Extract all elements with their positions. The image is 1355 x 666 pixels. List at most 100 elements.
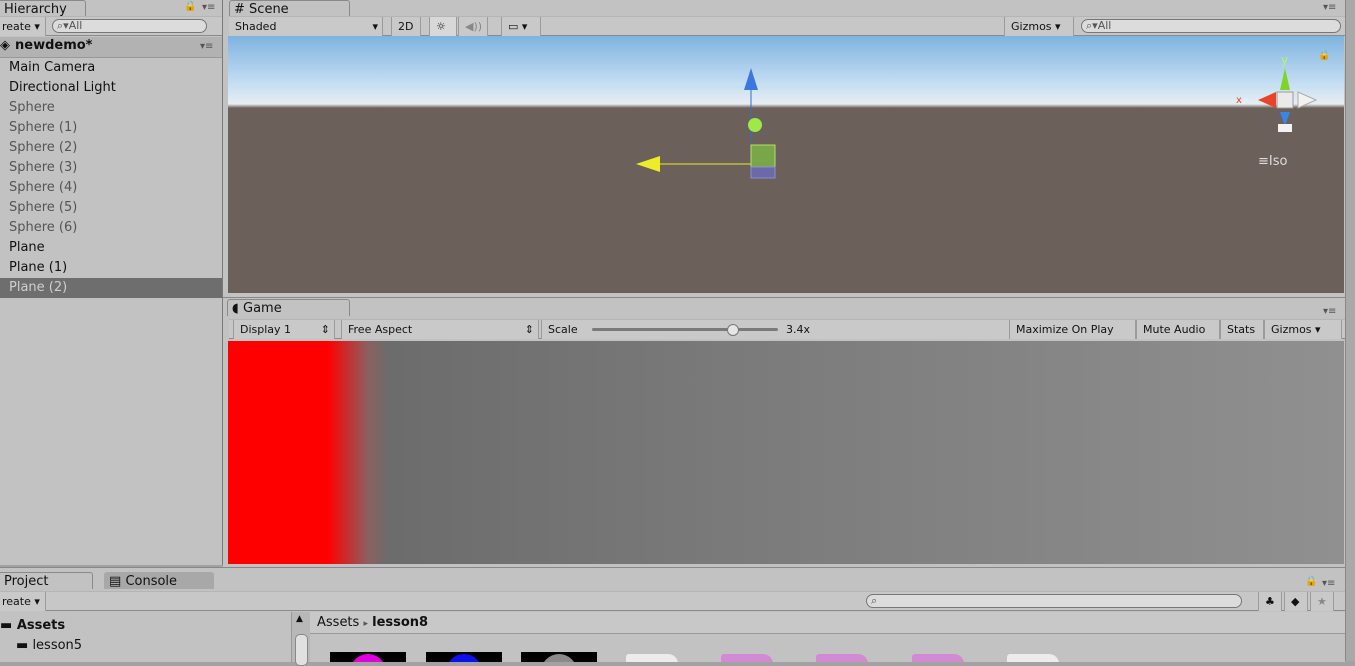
stats-toggle[interactable]: Stats — [1220, 320, 1264, 339]
hierarchy-item[interactable]: Sphere (1) — [0, 118, 222, 138]
scene-search-input[interactable]: ⌕▾All — [1081, 19, 1341, 33]
menu-icon: ≡ — [1258, 154, 1269, 169]
hierarchy-item[interactable]: Sphere (5) — [0, 198, 222, 218]
hierarchy-item[interactable]: Directional Light — [0, 78, 222, 98]
hierarchy-item[interactable]: Plane — [0, 238, 222, 258]
folder-label: lesson5 — [32, 638, 83, 653]
search-placeholder: All — [68, 19, 83, 32]
hierarchy-panel: Hierarchy 🔒 ▾≡ reate ▾ ⌕▾All ◈ newdemo* … — [0, 0, 223, 565]
lock-icon[interactable]: 🔒 — [184, 1, 196, 12]
gizmo-center-dot — [748, 118, 762, 132]
project-menu-icon[interactable]: ▾≡ — [1322, 578, 1335, 589]
tab-game[interactable]: ◖ Game — [227, 299, 350, 316]
assets-label: Assets — [16, 618, 66, 633]
project-search-input[interactable]: ⌕ — [866, 594, 1242, 608]
breadcrumb-assets[interactable]: Assets — [317, 615, 359, 630]
hierarchy-item-label: Plane (2) — [9, 280, 68, 295]
game-gizmos-dropdown[interactable]: Gizmos ▾ — [1264, 320, 1342, 339]
transform-gizmo[interactable] — [228, 36, 1344, 293]
create-dropdown[interactable]: reate ▾ — [0, 17, 46, 36]
scale-slider-group: Scale 3.4x — [541, 320, 1009, 339]
scene-header[interactable]: ◈ newdemo* ▾≡ — [0, 37, 222, 58]
display-dropdown[interactable]: Display 1 ⇕ — [233, 320, 335, 339]
panel-menu-icon[interactable]: ▾≡ — [202, 2, 215, 13]
scene-name: newdemo* — [15, 38, 93, 53]
hierarchy-item[interactable]: Main Camera — [0, 58, 222, 78]
hierarchy-item-label: Plane — [9, 240, 45, 255]
project-panel: Project ▤ Console 🔒 ▾≡ reate ▾ ⌕ ♣ ◆ ★ ▬… — [0, 567, 1345, 666]
hierarchy-item[interactable]: Sphere (3) — [0, 158, 222, 178]
hierarchy-item-label: Sphere (2) — [9, 140, 78, 155]
hierarchy-item[interactable]: Plane (1) — [0, 258, 222, 278]
aspect-dropdown[interactable]: Free Aspect ⇕ — [341, 320, 539, 339]
hierarchy-item[interactable]: Sphere (2) — [0, 138, 222, 158]
project-lock-icon[interactable]: 🔒 — [1305, 576, 1317, 587]
mute-audio-toggle[interactable]: Mute Audio — [1136, 320, 1220, 339]
scrollbar-thumb[interactable] — [295, 634, 308, 666]
search-icon: ⌕ — [871, 594, 878, 607]
hierarchy-item-label: Main Camera — [9, 60, 96, 75]
folder-icon: ▬ — [16, 638, 29, 653]
scale-value: 3.4x — [786, 323, 811, 336]
scene-viewport[interactable]: y x 🔒 ≡Iso — [228, 36, 1344, 293]
hierarchy-list: Main Camera Directional Light Sphere Sphere… — [0, 58, 222, 298]
gizmo-x-arrow — [636, 156, 660, 172]
hierarchy-item[interactable]: Sphere — [0, 98, 222, 118]
project-create-label: reate — [2, 595, 31, 608]
filter-by-type-icon[interactable]: ♣ — [1258, 592, 1282, 611]
hierarchy-item-label: Sphere (3) — [9, 160, 78, 175]
tab-project[interactable]: Project — [0, 572, 93, 589]
viewport-lock-icon[interactable]: 🔒 — [1318, 50, 1330, 61]
pacman-icon: ◖ — [232, 301, 239, 316]
scene-menu-icon[interactable]: ▾≡ — [200, 41, 213, 52]
game-panel-menu-icon[interactable]: ▾≡ — [1323, 306, 1336, 317]
folder-item-lesson5[interactable]: ▬ lesson5 — [16, 638, 82, 653]
maximize-on-play-toggle[interactable]: Maximize On Play — [1009, 320, 1136, 339]
mode-2d-toggle[interactable]: 2D — [391, 17, 421, 36]
hierarchy-item[interactable]: Plane (2) — [0, 278, 222, 298]
favorites-star-icon[interactable]: ★ — [1310, 592, 1334, 611]
scene-gizmos-dropdown[interactable]: Gizmos ▾ — [1004, 17, 1074, 36]
iso-label: Iso — [1268, 154, 1288, 169]
tab-hierarchy[interactable]: Hierarchy — [0, 0, 86, 17]
scene-panel-menu-icon[interactable]: ▾≡ — [1323, 2, 1336, 13]
audio-toggle-icon[interactable]: ◀)) — [458, 17, 488, 36]
display-label: Display 1 — [240, 323, 292, 336]
scale-slider-thumb[interactable] — [726, 324, 739, 336]
scale-slider-track[interactable] — [592, 328, 778, 331]
effects-toggle-icon[interactable]: ▭ ▾ — [501, 17, 541, 36]
tab-console-label: Console — [125, 574, 178, 589]
hierarchy-item-label: Directional Light — [9, 80, 116, 95]
search-icon: ⌕▾ — [57, 19, 69, 32]
orientation-gizmo[interactable]: y x — [1228, 46, 1338, 146]
tab-scene-label: Scene — [249, 2, 289, 17]
console-icon: ▤ — [109, 574, 122, 589]
unity-scene-icon: ◈ — [0, 38, 10, 53]
breadcrumb-lesson8[interactable]: lesson8 — [372, 615, 428, 630]
hierarchy-item-label: Sphere (6) — [9, 220, 78, 235]
hierarchy-item-label: Sphere (4) — [9, 180, 78, 195]
game-view[interactable] — [228, 341, 1344, 564]
grid-icon: # — [234, 2, 245, 17]
project-create-dropdown[interactable]: reate ▾ — [0, 592, 46, 611]
view-mode-label[interactable]: ≡Iso — [1258, 154, 1287, 169]
folder-tree-scrollbar[interactable]: ▲ — [291, 612, 310, 666]
gizmo-plane-handle — [750, 144, 776, 168]
scale-label: Scale — [548, 323, 578, 336]
assets-folder[interactable]: ▬ Assets — [0, 618, 65, 633]
hierarchy-item[interactable]: Sphere (4) — [0, 178, 222, 198]
gizmo-plane-handle-lower — [750, 166, 776, 179]
tab-console[interactable]: ▤ Console — [104, 572, 214, 589]
lighting-toggle-icon[interactable]: ☼ — [429, 17, 457, 36]
game-gizmos-label: Gizmos — [1271, 323, 1312, 336]
filter-by-label-icon[interactable]: ◆ — [1284, 592, 1308, 611]
create-label: reate — [2, 20, 31, 33]
scroll-up-icon[interactable]: ▲ — [296, 614, 303, 624]
hierarchy-toolbar: reate ▾ ⌕▾All — [0, 16, 222, 36]
shading-mode-dropdown[interactable]: Shaded ▾ — [229, 17, 383, 36]
hierarchy-item[interactable]: Sphere (6) — [0, 218, 222, 238]
hierarchy-search-input[interactable]: ⌕▾All — [52, 19, 207, 33]
axis-x-label: x — [1236, 95, 1242, 106]
tab-game-label: Game — [243, 301, 282, 316]
tab-scene[interactable]: # Scene — [229, 0, 350, 17]
